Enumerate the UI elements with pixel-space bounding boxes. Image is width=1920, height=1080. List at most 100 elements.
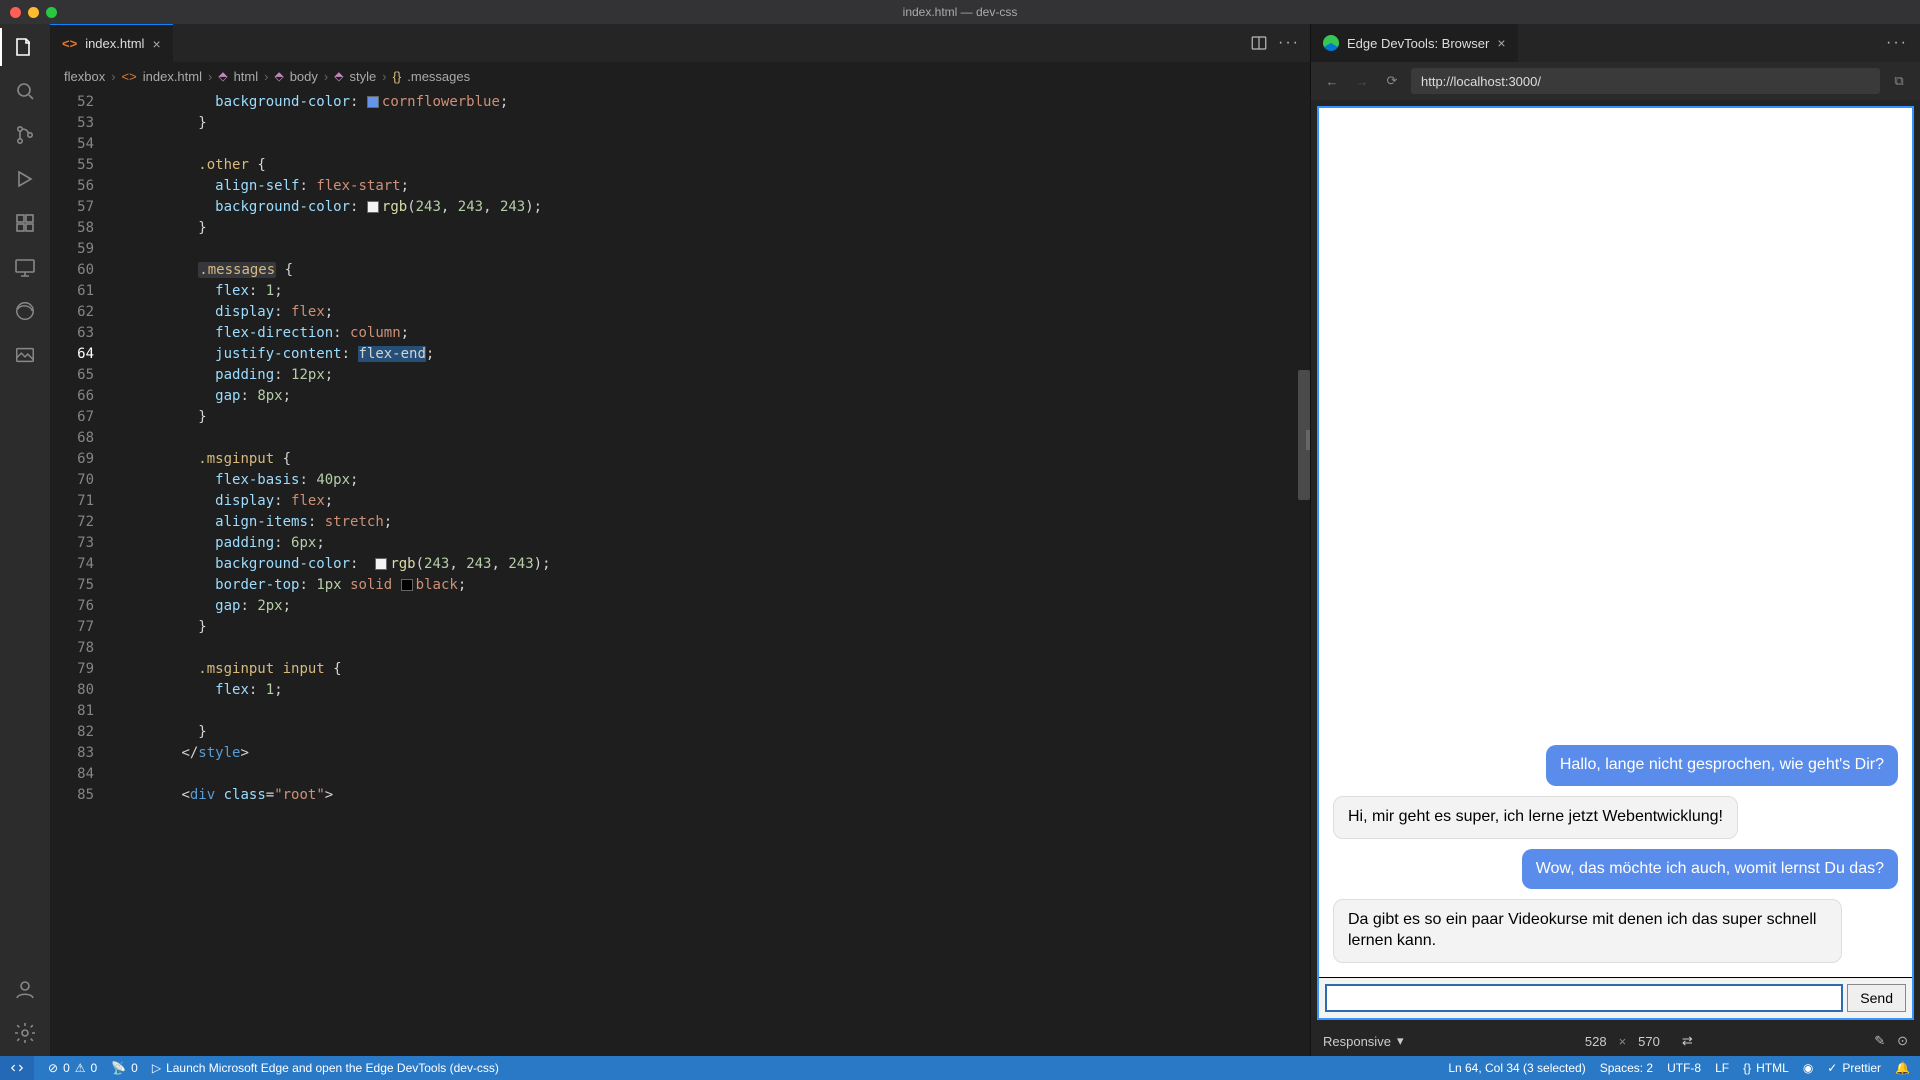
warning-count: 0 [91,1061,98,1075]
launch-edge-action[interactable]: ▷ Launch Microsoft Edge and open the Edg… [152,1061,499,1075]
editor-tab-index-html[interactable]: <> index.html × [50,24,173,62]
viewport-height[interactable]: 570 [1638,1034,1660,1049]
html-file-icon: <> [62,36,77,51]
breadcrumb-item[interactable]: index.html [143,69,202,84]
chat-messages: Hallo, lange nicht gesprochen, wie geht'… [1319,108,1912,977]
browser-nav-bar: ← → ⟳ http://localhost:3000/ ⧉ [1311,62,1920,100]
edge-tools-icon[interactable] [12,298,38,324]
language-label: HTML [1756,1061,1789,1075]
breadcrumb[interactable]: flexbox› <> index.html› ⬘ html› ⬘ body› … [50,62,1310,90]
split-drag-handle[interactable] [1306,430,1310,450]
debug-icon: ▷ [152,1061,161,1075]
settings-gear-icon[interactable] [12,1020,38,1046]
tag-icon: ⬘ [274,69,283,83]
class-icon: {} [393,69,402,84]
editor-tab-label: index.html [85,36,144,51]
extensions-icon[interactable] [12,210,38,236]
chat-bubble-other: Da gibt es so ein paar Videokurse mit de… [1333,899,1842,963]
viewport-width[interactable]: 528 [1585,1034,1607,1049]
responsive-mode-selector[interactable]: Responsive ▾ [1323,1033,1403,1049]
search-icon[interactable] [12,78,38,104]
ports-indicator[interactable]: 📡0 [111,1061,138,1075]
more-actions-icon[interactable]: ··· [1278,34,1300,52]
editor-tab-bar: <> index.html × ··· [50,24,1310,62]
devtools-tab-label: Edge DevTools: Browser [1347,36,1489,51]
chat-bubble-me: Wow, das möchte ich auch, womit lernst D… [1522,849,1898,890]
editor-group: <> index.html × ··· flexbox› <> index.ht… [50,24,1310,1056]
window-controls [10,7,57,18]
window-title: index.html — dev-css [903,5,1018,19]
open-external-icon[interactable]: ⧉ [1888,73,1910,89]
viewport-x-icon: × [1619,1034,1627,1049]
error-count: 0 [63,1061,70,1075]
chevron-down-icon: ▾ [1397,1033,1404,1049]
devtools-panel: Edge DevTools: Browser × ··· ← → ⟳ http:… [1310,24,1920,1056]
devtools-footer: Responsive ▾ 528 × 570 ⇄ ✎ ⊙ [1311,1026,1920,1056]
devtools-tab-bar: Edge DevTools: Browser × ··· [1311,24,1920,62]
antenna-icon: 📡 [111,1061,126,1075]
source-control-icon[interactable] [12,122,38,148]
edge-icon [1323,35,1339,51]
prettier-label: Prettier [1842,1061,1881,1075]
titlebar: index.html — dev-css [0,0,1920,24]
eyedropper-icon[interactable]: ✎ [1874,1033,1885,1049]
problems-indicator[interactable]: ⊘ 0 ⚠ 0 [48,1061,97,1075]
language-mode[interactable]: {} HTML [1743,1061,1789,1075]
encoding-status[interactable]: UTF-8 [1667,1061,1701,1075]
chat-bubble-me: Hallo, lange nicht gesprochen, wie geht'… [1546,745,1898,786]
url-text: http://localhost:3000/ [1421,74,1541,89]
breadcrumb-item[interactable]: style [349,69,376,84]
account-icon[interactable] [12,976,38,1002]
devtools-tab[interactable]: Edge DevTools: Browser × [1311,24,1518,62]
braces-icon: {} [1743,1061,1751,1075]
maximize-window-button[interactable] [46,7,57,18]
message-input[interactable] [1325,984,1843,1012]
close-tab-icon[interactable]: × [1497,35,1505,51]
reload-icon[interactable]: ⟳ [1381,73,1403,89]
inspect-element-icon[interactable]: ⊙ [1897,1033,1908,1049]
check-icon: ✓ [1827,1061,1837,1075]
broadcast-icon: ◉ [1803,1061,1813,1075]
breadcrumb-item[interactable]: body [290,69,318,84]
indentation-status[interactable]: Spaces: 2 [1600,1061,1653,1075]
remote-explorer-icon[interactable] [12,254,38,280]
responsive-mode-label: Responsive [1323,1034,1391,1049]
url-bar[interactable]: http://localhost:3000/ [1411,68,1880,94]
prettier-status[interactable]: ✓ Prettier [1827,1061,1881,1075]
explorer-icon[interactable] [12,34,38,60]
cursor-position[interactable]: Ln 64, Col 34 (3 selected) [1448,1061,1585,1075]
send-button[interactable]: Send [1847,984,1906,1012]
more-actions-icon[interactable]: ··· [1886,34,1908,51]
run-debug-icon[interactable] [12,166,38,192]
preview-viewport: Hallo, lange nicht gesprochen, wie geht'… [1317,106,1914,1020]
ports-count: 0 [131,1061,138,1075]
gallery-icon[interactable] [12,342,38,368]
split-editor-icon[interactable] [1250,34,1268,52]
nav-back-icon[interactable]: ← [1321,74,1343,89]
breadcrumb-item[interactable]: html [234,69,259,84]
breadcrumb-item[interactable]: flexbox [64,69,105,84]
chat-bubble-other: Hi, mir geht es super, ich lerne jetzt W… [1333,796,1738,839]
breadcrumb-item[interactable]: .messages [407,69,470,84]
launch-text: Launch Microsoft Edge and open the Edge … [166,1061,499,1075]
tag-icon: ⬘ [218,69,227,83]
message-input-bar: Send [1319,977,1912,1018]
line-number-gutter: 5253545556575859606162636465666768697071… [50,90,110,1056]
close-window-button[interactable] [10,7,21,18]
code-editor[interactable]: 5253545556575859606162636465666768697071… [50,90,1310,1056]
go-live-indicator[interactable]: ◉ [1803,1061,1813,1075]
status-bar: ⊘0 ⚠0 📡0 ▷ Launch Microsoft Edge and ope… [0,1056,1920,1080]
code-content[interactable]: background-color: cornflowerblue; } .oth… [110,90,1310,1056]
notifications-icon[interactable]: 🔔 [1895,1061,1910,1075]
html-file-icon: <> [122,69,137,84]
remote-indicator[interactable] [0,1056,34,1080]
error-icon: ⊘ [48,1061,58,1075]
minimize-window-button[interactable] [28,7,39,18]
tag-icon: ⬘ [334,69,343,83]
close-tab-icon[interactable]: × [152,36,160,52]
eol-status[interactable]: LF [1715,1061,1729,1075]
nav-forward-icon[interactable]: → [1351,74,1373,89]
activity-bar [0,24,50,1056]
warning-icon: ⚠ [75,1061,86,1075]
rotate-icon[interactable]: ⇄ [1682,1033,1693,1049]
